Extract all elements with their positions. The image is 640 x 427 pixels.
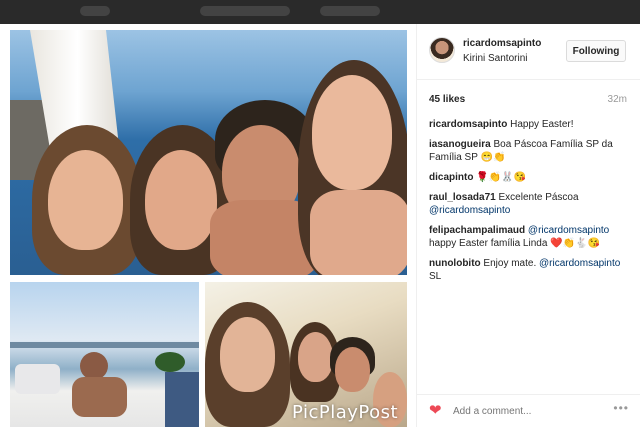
comment-text: happy Easter família Linda ❤️👏🐇😘 — [429, 238, 600, 249]
comment: dicapinto 🌹👏🐰😘 — [429, 171, 634, 184]
username-link[interactable]: ricardomsapinto — [463, 38, 541, 49]
comments-list: ricardomsapinto Happy Easter! iasanoguei… — [429, 118, 634, 290]
terrace-photo — [10, 282, 199, 427]
more-options-icon[interactable]: ••• — [613, 401, 629, 415]
comment-username[interactable]: felipachampalimaud — [429, 225, 525, 236]
likes-count[interactable]: 45 likes — [429, 94, 465, 105]
person-body — [72, 377, 127, 417]
heart-icon[interactable]: ❤ — [429, 403, 445, 419]
avatar[interactable] — [429, 37, 455, 63]
comment-mention-link[interactable]: @ricardomsapinto — [528, 225, 609, 236]
person-face — [220, 317, 275, 392]
cushion — [165, 372, 199, 427]
add-comment-input[interactable] — [453, 403, 603, 419]
comment-text: Excelente Páscoa — [495, 192, 579, 203]
post-time[interactable]: 32m — [608, 94, 627, 105]
person-face — [312, 75, 392, 190]
blurred-element — [200, 6, 290, 16]
comment-username[interactable]: nunolobito — [429, 258, 481, 269]
post-header: ricardomsapinto Kirini Santorini Followi… — [417, 24, 640, 80]
location-link[interactable]: Kirini Santorini — [463, 53, 527, 64]
palm-tree — [155, 352, 185, 372]
island-horizon — [10, 342, 199, 348]
blurred-element — [320, 6, 380, 16]
person-face — [298, 332, 333, 382]
cushion — [15, 364, 60, 394]
comment: raul_losada71 Excelente Páscoa @ricardom… — [429, 191, 634, 217]
post-media-collage[interactable]: PicPlayPost — [0, 24, 416, 427]
comment: nunolobito Enjoy mate. @ricardomsapinto … — [429, 257, 634, 283]
comment: iasanogueira Boa Páscoa Família SP da Fa… — [429, 138, 634, 164]
comment-text: SL — [429, 271, 442, 282]
comment-username[interactable]: raul_losada71 — [429, 192, 496, 203]
person-torso — [310, 190, 407, 275]
post-modal: PicPlayPost ricardomsapinto Kirini Santo… — [0, 24, 640, 427]
comment-text: 🌹👏🐰😘 — [473, 172, 527, 183]
person-face — [145, 150, 217, 250]
person-head — [80, 352, 108, 380]
post-sidebar: ricardomsapinto Kirini Santorini Followi… — [416, 24, 640, 427]
comment-text: Happy Easter! — [507, 119, 574, 130]
following-button[interactable]: Following — [566, 40, 626, 62]
comment: ricardomsapinto Happy Easter! — [429, 118, 634, 131]
person-face — [335, 347, 370, 392]
background-feed-strip — [0, 0, 640, 24]
comment-footer: ❤ ••• — [417, 394, 640, 427]
comment: felipachampalimaud @ricardomsapinto happ… — [429, 224, 634, 250]
person-face — [48, 150, 123, 250]
comment-mention-link[interactable]: @ricardomsapinto — [429, 205, 510, 216]
family-selfie-photo — [10, 30, 407, 275]
comment-username[interactable]: iasanogueira — [429, 139, 491, 150]
blurred-element — [80, 6, 110, 16]
picplaypost-watermark: PicPlayPost — [292, 402, 399, 423]
comment-username[interactable]: ricardomsapinto — [429, 119, 507, 130]
comment-mention-link[interactable]: @ricardomsapinto — [539, 258, 620, 269]
comment-username[interactable]: dicapinto — [429, 172, 473, 183]
comment-text: Enjoy mate. — [480, 258, 540, 269]
